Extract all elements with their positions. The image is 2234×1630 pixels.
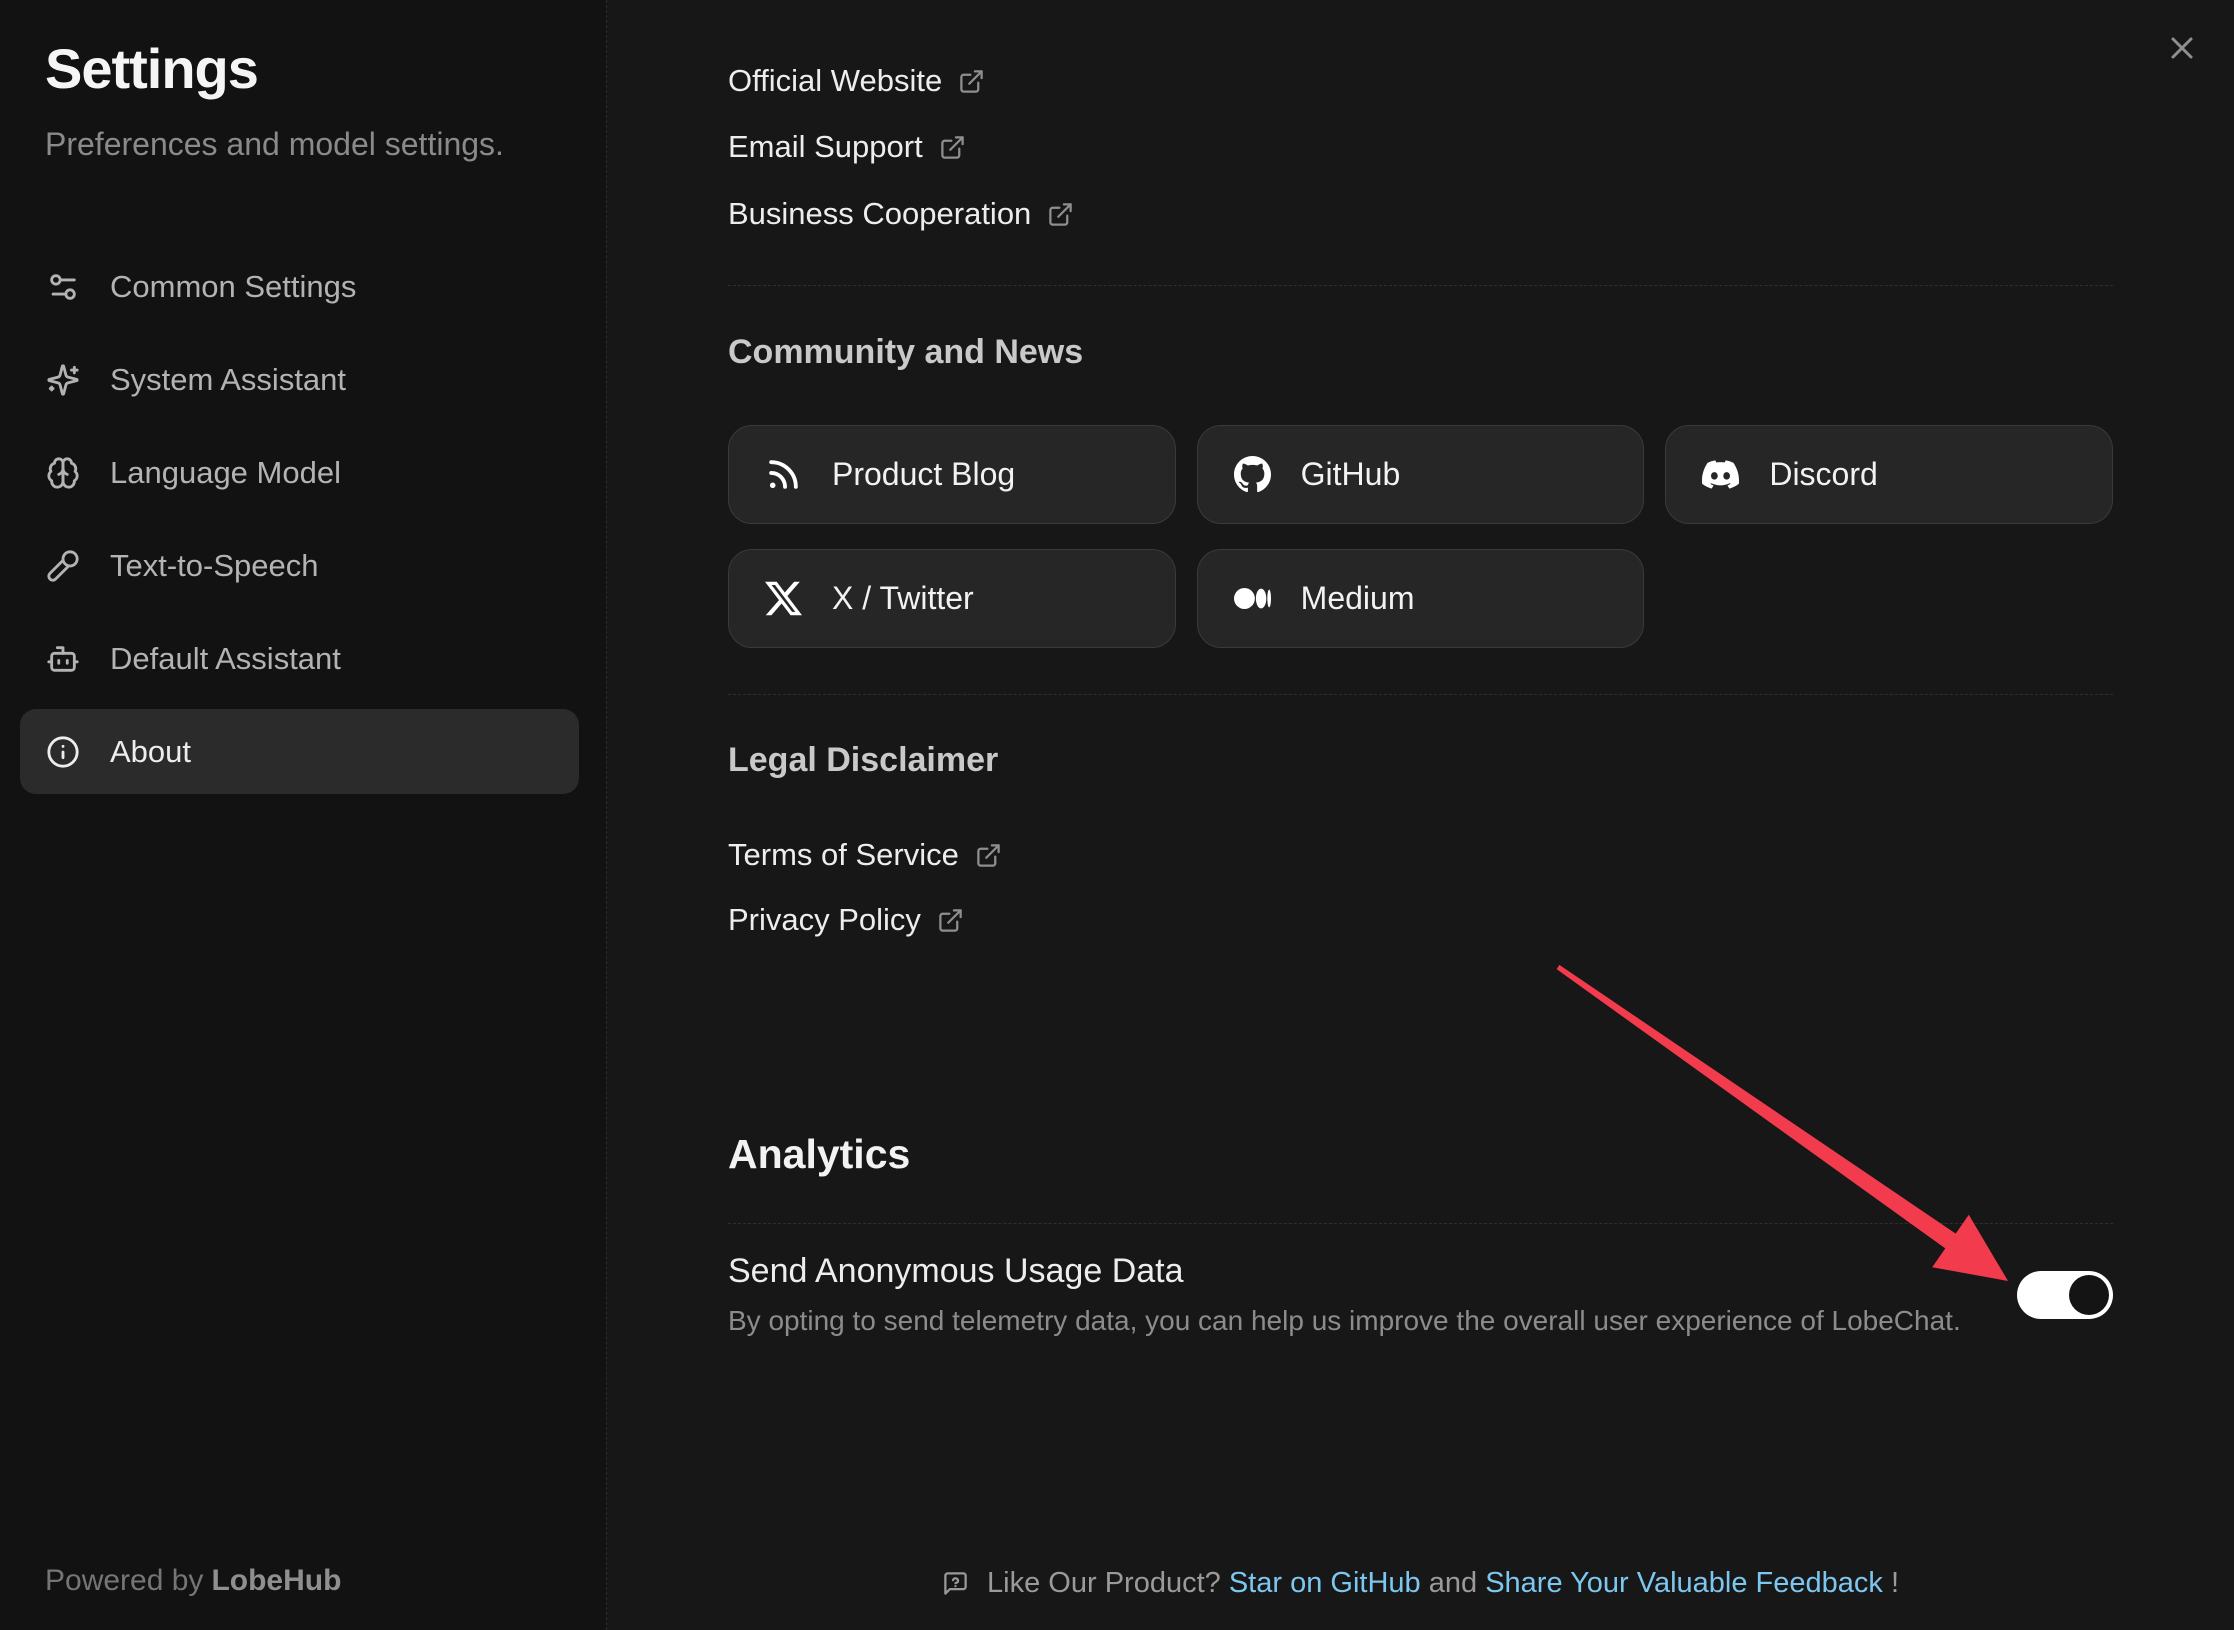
link-label: Email Support xyxy=(728,129,923,165)
button-label: GitHub xyxy=(1301,456,1401,493)
page-subtitle: Preferences and model settings. xyxy=(45,126,504,163)
sidebar-item-about[interactable]: About xyxy=(20,709,579,794)
link-label: Terms of Service xyxy=(728,837,959,873)
powered-by: Powered byLobeHub xyxy=(45,1564,341,1598)
brand-logo: LobeHub xyxy=(211,1564,341,1597)
external-link-icon xyxy=(958,68,985,95)
message-bubble-icon xyxy=(942,1570,969,1597)
sidebar-item-system-assistant[interactable]: System Assistant xyxy=(20,337,579,422)
rss-icon xyxy=(765,456,802,493)
github-button[interactable]: GitHub xyxy=(1197,425,1645,524)
footer-middle: and xyxy=(1429,1567,1477,1599)
share-feedback-link[interactable]: Share Your Valuable Feedback xyxy=(1485,1567,1883,1599)
link-label: Official Website xyxy=(728,63,942,99)
privacy-policy-link[interactable]: Privacy Policy xyxy=(728,898,964,942)
product-blog-button[interactable]: Product Blog xyxy=(728,425,1176,524)
community-section-title: Community and News xyxy=(728,333,1083,372)
external-link-icon xyxy=(939,134,966,161)
star-on-github-link[interactable]: Star on GitHub xyxy=(1229,1567,1421,1599)
footer-prefix: Like Our Product? xyxy=(987,1567,1221,1599)
footer-suffix: ! xyxy=(1891,1567,1899,1599)
settings-sidebar: Settings Preferences and model settings.… xyxy=(0,0,607,1630)
sidebar-item-label: About xyxy=(110,734,191,770)
toggle-knob xyxy=(2069,1275,2109,1315)
sidebar-item-default-assistant[interactable]: Default Assistant xyxy=(20,616,579,701)
contact-section-title: Contact Us xyxy=(728,0,918,8)
about-content: Contact Us Official Website Email Suppor… xyxy=(728,0,2113,1630)
divider xyxy=(728,285,2113,286)
divider xyxy=(728,1223,2113,1224)
telemetry-setting-description: By opting to send telemetry data, you ca… xyxy=(728,1305,1961,1337)
external-link-icon xyxy=(1047,201,1074,228)
robot-icon xyxy=(46,642,80,676)
link-label: Business Cooperation xyxy=(728,196,1031,232)
terms-of-service-link[interactable]: Terms of Service xyxy=(728,833,1002,877)
sliders-icon xyxy=(46,270,80,304)
telemetry-setting-text: Send Anonymous Usage Data By opting to s… xyxy=(728,1252,1961,1337)
sidebar-item-label: Common Settings xyxy=(110,269,356,305)
settings-nav: Common Settings System Assistant Languag… xyxy=(20,244,579,802)
page-title: Settings xyxy=(45,36,258,101)
sidebar-item-label: Text-to-Speech xyxy=(110,548,319,584)
link-label: Privacy Policy xyxy=(728,902,921,938)
discord-icon xyxy=(1702,456,1739,493)
button-label: Product Blog xyxy=(832,456,1015,493)
about-panel: Contact Us Official Website Email Suppor… xyxy=(607,0,2234,1630)
sidebar-item-common-settings[interactable]: Common Settings xyxy=(20,244,579,329)
github-icon xyxy=(1234,456,1271,493)
legal-section-title: Legal Disclaimer xyxy=(728,741,998,780)
sidebar-item-language-model[interactable]: Language Model xyxy=(20,430,579,515)
medium-button[interactable]: Medium xyxy=(1197,549,1645,648)
powered-by-text: Powered by xyxy=(45,1564,203,1597)
x-twitter-icon xyxy=(765,580,802,617)
button-label: Medium xyxy=(1301,580,1415,617)
sidebar-item-label: Language Model xyxy=(110,455,341,491)
sidebar-item-label: Default Assistant xyxy=(110,641,341,677)
telemetry-setting-row: Send Anonymous Usage Data By opting to s… xyxy=(728,1252,2113,1337)
sidebar-item-label: System Assistant xyxy=(110,362,346,398)
brain-icon xyxy=(46,456,80,490)
settings-window: Settings Preferences and model settings.… xyxy=(0,0,2234,1630)
external-link-icon xyxy=(975,842,1002,869)
button-label: X / Twitter xyxy=(832,580,974,617)
telemetry-setting-label: Send Anonymous Usage Data xyxy=(728,1252,1961,1291)
x-twitter-button[interactable]: X / Twitter xyxy=(728,549,1176,648)
sparkles-icon xyxy=(46,363,80,397)
analytics-section-title: Analytics xyxy=(728,1131,910,1178)
usage-data-toggle[interactable] xyxy=(2017,1271,2113,1319)
community-buttons: Product Blog GitHub Discord X / Twitter … xyxy=(728,425,2113,648)
discord-button[interactable]: Discord xyxy=(1665,425,2113,524)
medium-icon xyxy=(1234,580,1271,617)
info-icon xyxy=(46,735,80,769)
mic-icon xyxy=(46,549,80,583)
close-icon[interactable] xyxy=(2164,30,2200,66)
sidebar-item-text-to-speech[interactable]: Text-to-Speech xyxy=(20,523,579,608)
feedback-footer: Like Our Product? Star on GitHub and Sha… xyxy=(728,1567,2113,1600)
divider xyxy=(728,694,2113,695)
official-website-link[interactable]: Official Website xyxy=(728,59,985,103)
business-cooperation-link[interactable]: Business Cooperation xyxy=(728,192,1074,236)
external-link-icon xyxy=(937,907,964,934)
email-support-link[interactable]: Email Support xyxy=(728,125,966,169)
button-label: Discord xyxy=(1769,456,1877,493)
